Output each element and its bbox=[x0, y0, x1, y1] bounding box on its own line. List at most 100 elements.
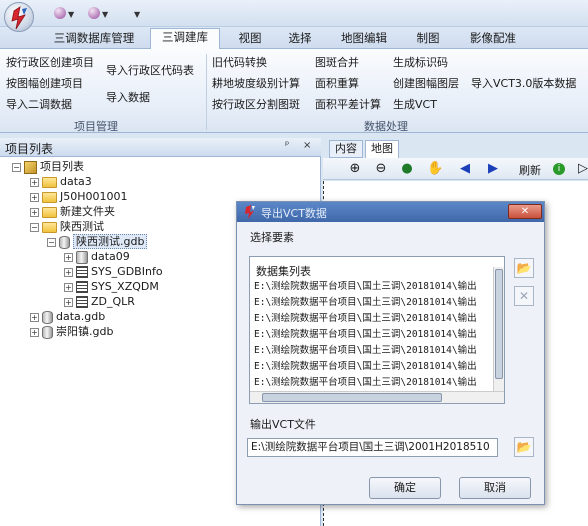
cancel-button[interactable]: 取消 bbox=[459, 477, 531, 499]
tree-item[interactable]: + ZD_QLR bbox=[64, 294, 135, 309]
collapse-icon[interactable]: − bbox=[12, 162, 21, 172]
tab-cartography[interactable]: 制图 bbox=[408, 30, 448, 49]
folder-icon bbox=[42, 191, 57, 203]
import-district-code-button[interactable]: 导入行政区代码表 bbox=[106, 62, 194, 78]
vertical-scrollbar[interactable] bbox=[493, 267, 504, 393]
expand-icon[interactable]: + bbox=[30, 312, 39, 322]
tab-contents[interactable]: 内容 bbox=[329, 140, 363, 158]
recalc-area-button[interactable]: 面积重算 bbox=[315, 75, 359, 91]
browse-output-button[interactable]: 📂 bbox=[514, 437, 534, 457]
dialog-title: 导出VCT数据 bbox=[261, 207, 327, 220]
refresh-button[interactable]: 刷新 bbox=[519, 162, 541, 178]
tab-db-management[interactable]: 三调数据库管理 bbox=[52, 30, 136, 49]
dataset-listbox[interactable]: 数据集列表 E:\测绘院数据平台项目\国土三调\20181014\输出 E:\测… bbox=[249, 256, 505, 404]
expand-icon[interactable]: + bbox=[64, 282, 73, 292]
area-adjust-button[interactable]: 面积平差计算 bbox=[315, 96, 381, 112]
close-icon[interactable]: × bbox=[303, 140, 311, 151]
import-vct3-button[interactable]: 导入VCT3.0版本数据 bbox=[471, 75, 576, 91]
import-second-survey-button[interactable]: 导入二调数据 bbox=[6, 96, 72, 112]
select-arrow-icon[interactable]: ▷ bbox=[575, 161, 588, 177]
collapse-icon[interactable]: − bbox=[30, 222, 39, 232]
tree-item[interactable]: + 新建文件夹 bbox=[30, 204, 115, 219]
generate-vct-button[interactable]: 生成VCT bbox=[393, 96, 437, 112]
scroll-thumb[interactable] bbox=[262, 393, 442, 402]
zoom-in-icon[interactable]: ⊕ bbox=[347, 161, 363, 177]
scroll-thumb[interactable] bbox=[495, 269, 503, 379]
folder-icon bbox=[42, 206, 57, 218]
ok-button[interactable]: 确定 bbox=[369, 477, 441, 499]
create-project-by-district-button[interactable]: 按行政区创建项目 bbox=[6, 54, 94, 70]
tree-item[interactable]: + 崇阳镇.gdb bbox=[30, 324, 113, 339]
old-code-convert-button[interactable]: 旧代码转换 bbox=[212, 54, 267, 70]
zoom-out-icon[interactable]: ⊖ bbox=[373, 161, 389, 177]
tab-view[interactable]: 视图 bbox=[230, 30, 270, 49]
tree-item[interactable]: + data.gdb bbox=[30, 309, 105, 324]
dialog-close-button[interactable]: ✕ bbox=[508, 204, 542, 219]
tree-item[interactable]: + SYS_GDBInfo bbox=[64, 264, 163, 279]
tree-item[interactable]: + data3 bbox=[30, 174, 92, 189]
output-vct-label: 输出VCT文件 bbox=[250, 418, 316, 431]
list-item[interactable]: E:\测绘院数据平台项目\国土三调\20181014\输出 bbox=[254, 359, 492, 374]
expand-icon[interactable]: + bbox=[64, 252, 73, 262]
remove-button[interactable]: ✕ bbox=[514, 286, 534, 306]
pin-icon[interactable]: ᵖ bbox=[285, 140, 289, 151]
expand-icon[interactable]: + bbox=[30, 207, 39, 217]
list-item[interactable]: E:\测绘院数据平台项目\国土三调\20181014\输出 bbox=[254, 295, 492, 310]
dataset-icon bbox=[76, 250, 88, 264]
expand-icon[interactable]: + bbox=[30, 192, 39, 202]
tree-item[interactable]: − 陕西测试 bbox=[30, 219, 104, 234]
forward-arrow-icon[interactable]: ▶ bbox=[485, 161, 501, 177]
expand-icon[interactable]: + bbox=[30, 327, 39, 337]
tree-item[interactable]: + J50H001001 bbox=[30, 189, 128, 204]
create-sheet-layer-button[interactable]: 创建图幅图层 bbox=[393, 75, 459, 91]
expand-icon[interactable]: + bbox=[30, 177, 39, 187]
tab-map-edit[interactable]: 地图编辑 bbox=[336, 30, 392, 49]
project-icon bbox=[24, 160, 37, 174]
quick-access-orb-2[interactable]: ▼ bbox=[86, 6, 112, 20]
output-path-field[interactable]: E:\测绘院数据平台项目\国土三调\2001H2018510 bbox=[247, 438, 498, 457]
globe-icon[interactable]: ● bbox=[399, 161, 415, 177]
ribbon-separator bbox=[206, 54, 207, 130]
create-project-by-sheet-button[interactable]: 按图幅创建项目 bbox=[6, 75, 83, 91]
tree-item[interactable]: + SYS_XZQDM bbox=[64, 279, 159, 294]
slope-level-calc-button[interactable]: 耕地坡度级别计算 bbox=[212, 75, 300, 91]
list-item[interactable]: E:\测绘院数据平台项目\国土三调\20181014\输出 bbox=[254, 343, 492, 358]
map-toolbar: ⊕ ⊖ ● ✋ ◀ ▶ 刷新 i ▷ bbox=[323, 158, 588, 180]
list-item[interactable]: E:\测绘院数据平台项目\国土三调\20181014\输出 bbox=[254, 311, 492, 326]
delete-x-icon: ✕ bbox=[518, 289, 530, 303]
info-icon[interactable]: i bbox=[553, 163, 565, 175]
group-label-project: 项目管理 bbox=[74, 120, 118, 133]
open-folder-button[interactable]: 📂 bbox=[514, 258, 534, 278]
tab-map[interactable]: 地图 bbox=[365, 140, 399, 158]
horizontal-scrollbar[interactable] bbox=[250, 391, 504, 403]
tree-item-selected[interactable]: − 陕西测试.gdb bbox=[47, 234, 148, 249]
list-item[interactable]: E:\测绘院数据平台项目\国土三调\20181014\输出 bbox=[254, 327, 492, 342]
tree-item[interactable]: + data09 bbox=[64, 249, 130, 264]
app-menu-button[interactable] bbox=[4, 2, 34, 32]
back-arrow-icon[interactable]: ◀ bbox=[457, 161, 473, 177]
import-data-button[interactable]: 导入数据 bbox=[106, 89, 150, 105]
database-icon bbox=[42, 310, 53, 324]
list-item[interactable]: E:\测绘院数据平台项目\国土三调\20181014\输出 bbox=[254, 279, 492, 294]
list-item[interactable]: E:\测绘院数据平台项目\国土三调\20181014\输出 bbox=[254, 375, 492, 390]
ribbon-tabs: 三调数据库管理 三调建库 视图 选择 地图编辑 制图 影像配准 bbox=[0, 27, 588, 49]
pan-hand-icon[interactable]: ✋ bbox=[427, 161, 443, 177]
tab-image-registration[interactable]: 影像配准 bbox=[462, 30, 524, 49]
generate-id-code-button[interactable]: 生成标识码 bbox=[393, 54, 448, 70]
tab-select[interactable]: 选择 bbox=[280, 30, 320, 49]
dialog-title-bar: 导出VCT数据 ✕ bbox=[237, 202, 544, 222]
expand-icon[interactable]: + bbox=[64, 297, 73, 307]
app-logo-icon bbox=[11, 6, 27, 30]
split-by-district-button[interactable]: 按行政区分割图斑 bbox=[212, 96, 300, 112]
merge-patches-button[interactable]: 图斑合并 bbox=[315, 54, 359, 70]
quick-access-customize[interactable]: ▼ bbox=[132, 6, 158, 20]
collapse-icon[interactable]: − bbox=[47, 237, 56, 247]
tree-root[interactable]: − 项目列表 bbox=[12, 159, 84, 174]
quick-access-orb-1[interactable]: ▼ bbox=[52, 6, 78, 20]
caret-down-icon: ▼ bbox=[102, 10, 109, 19]
expand-icon[interactable]: + bbox=[64, 267, 73, 277]
tab-build-db[interactable]: 三调建库 bbox=[150, 28, 220, 49]
project-panel-header: 项目列表 ᵖ × bbox=[0, 138, 321, 157]
database-icon bbox=[42, 325, 53, 339]
table-icon bbox=[76, 296, 88, 308]
